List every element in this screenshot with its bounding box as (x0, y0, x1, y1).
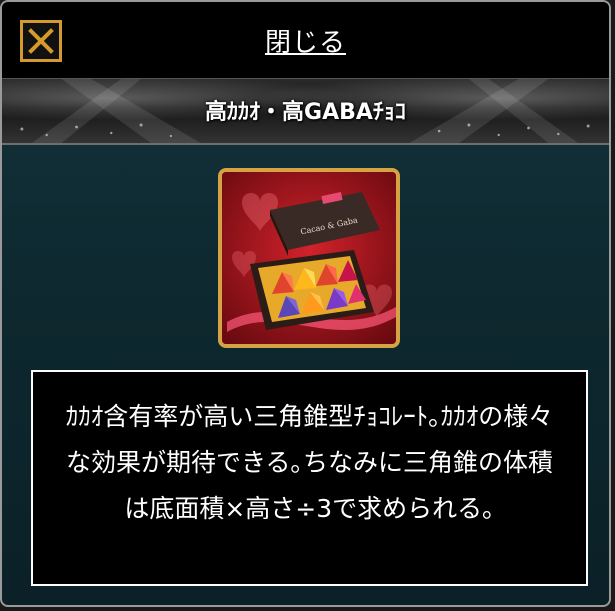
item-description-box: ｶｶｵ含有率が高い三角錐型ﾁｮｺﾚｰﾄ｡ｶｶｵの様々な効果が期待できる｡ちなみに… (31, 370, 588, 586)
item-title-banner: 高ｶｶｵ・高GABAﾁｮｺ (2, 78, 609, 145)
top-bar: 閉じる (2, 2, 609, 79)
item-description: ｶｶｵ含有率が高い三角錐型ﾁｮｺﾚｰﾄ｡ｶｶｵの様々な効果が期待できる｡ちなみに… (65, 402, 554, 523)
item-image: Cacao & Gaba (218, 168, 400, 348)
item-detail-dialog: 閉じる 高ｶｶｵ・高GABAﾁｮｺ Cacao & Gaba ｶｶｵ含有率が高い… (0, 0, 611, 607)
close-button[interactable]: 閉じる (2, 22, 609, 59)
item-name: 高ｶｶｵ・高GABAﾁｮｺ (205, 100, 406, 125)
chocolate-box-icon: Cacao & Gaba (222, 172, 396, 344)
